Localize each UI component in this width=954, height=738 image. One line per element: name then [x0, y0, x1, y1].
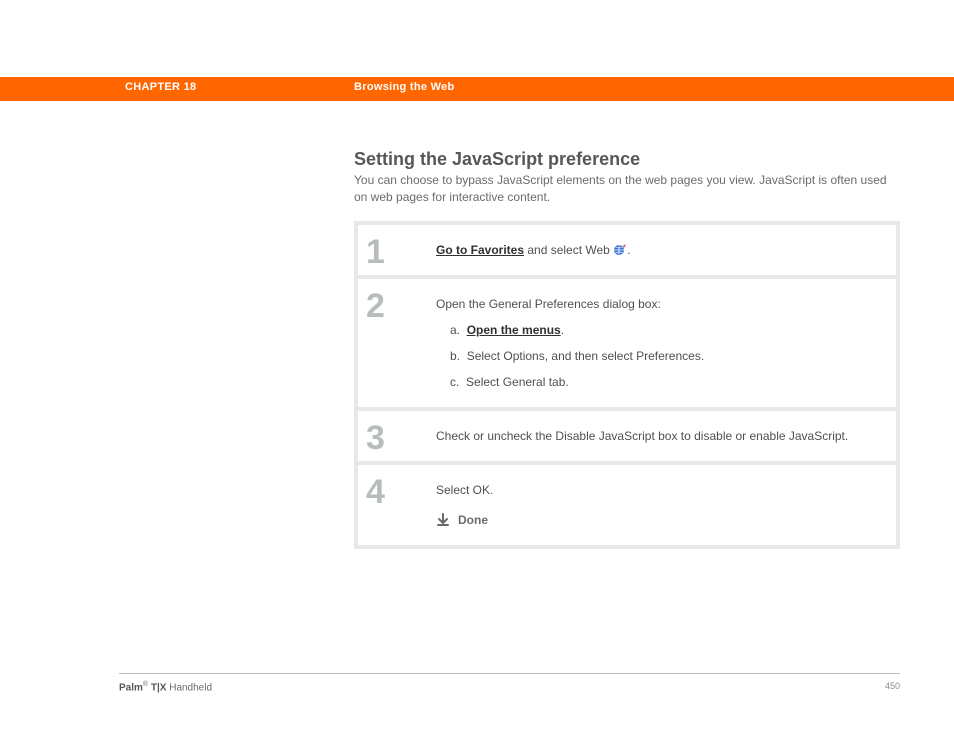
substep-text: Select Options, and then select Preferen… — [467, 349, 704, 363]
step-row: 1 Go to Favorites and select Web . — [358, 225, 896, 275]
document-page: CHAPTER 18 Browsing the Web Setting the … — [0, 0, 954, 738]
step-body: Open the General Preferences dialog box:… — [424, 279, 896, 407]
footer-product: Palm® T|X Handheld — [119, 681, 212, 693]
step-number: 4 — [358, 465, 424, 545]
step-number: 1 — [358, 225, 424, 275]
web-icon — [613, 244, 627, 256]
step-text: Check or uncheck the Disable JavaScript … — [436, 429, 880, 443]
steps-container: 1 Go to Favorites and select Web . 2 Ope… — [354, 221, 900, 549]
done-label: Done — [458, 513, 488, 527]
substep-label: b. — [450, 349, 460, 363]
step-row: 2 Open the General Preferences dialog bo… — [358, 279, 896, 407]
step-number: 2 — [358, 279, 424, 407]
step-lead: Open the General Preferences dialog box: — [436, 297, 880, 311]
chapter-label: CHAPTER 18 — [125, 81, 196, 93]
step-body: Select OK. Done — [424, 465, 896, 545]
footer-rule — [119, 673, 900, 674]
step-body: Check or uncheck the Disable JavaScript … — [424, 411, 896, 461]
substep: a. Open the menus. — [450, 323, 880, 337]
done-row: Done — [436, 513, 880, 527]
breadcrumb: Browsing the Web — [354, 81, 455, 93]
footer-product-suffix: Handheld — [166, 682, 212, 693]
substep-label: c. — [450, 375, 459, 389]
step-text: and select Web — [524, 243, 613, 257]
step-body: Go to Favorites and select Web . — [424, 225, 896, 275]
step-text-end: . — [627, 243, 630, 257]
favorites-link[interactable]: Go to Favorites — [436, 243, 524, 257]
footer-brand: Palm — [119, 682, 143, 693]
substep-label: a. — [450, 323, 460, 337]
substep-text: Select General tab. — [466, 375, 569, 389]
footer-model: T|X — [148, 682, 166, 693]
done-arrow-icon — [436, 513, 450, 527]
substep: b. Select Options, and then select Prefe… — [450, 349, 880, 363]
page-number: 450 — [885, 681, 900, 691]
substep: c. Select General tab. — [450, 375, 880, 389]
step-number: 3 — [358, 411, 424, 461]
step-text: Select OK. — [436, 483, 880, 497]
substep-period: . — [561, 323, 564, 337]
substeps: a. Open the menus. b. Select Options, an… — [436, 323, 880, 389]
section-intro: You can choose to bypass JavaScript elem… — [354, 172, 896, 207]
step-row: 3 Check or uncheck the Disable JavaScrip… — [358, 411, 896, 461]
section-title: Setting the JavaScript preference — [354, 149, 640, 170]
step-row: 4 Select OK. Done — [358, 465, 896, 545]
open-menus-link[interactable]: Open the menus — [467, 323, 561, 337]
